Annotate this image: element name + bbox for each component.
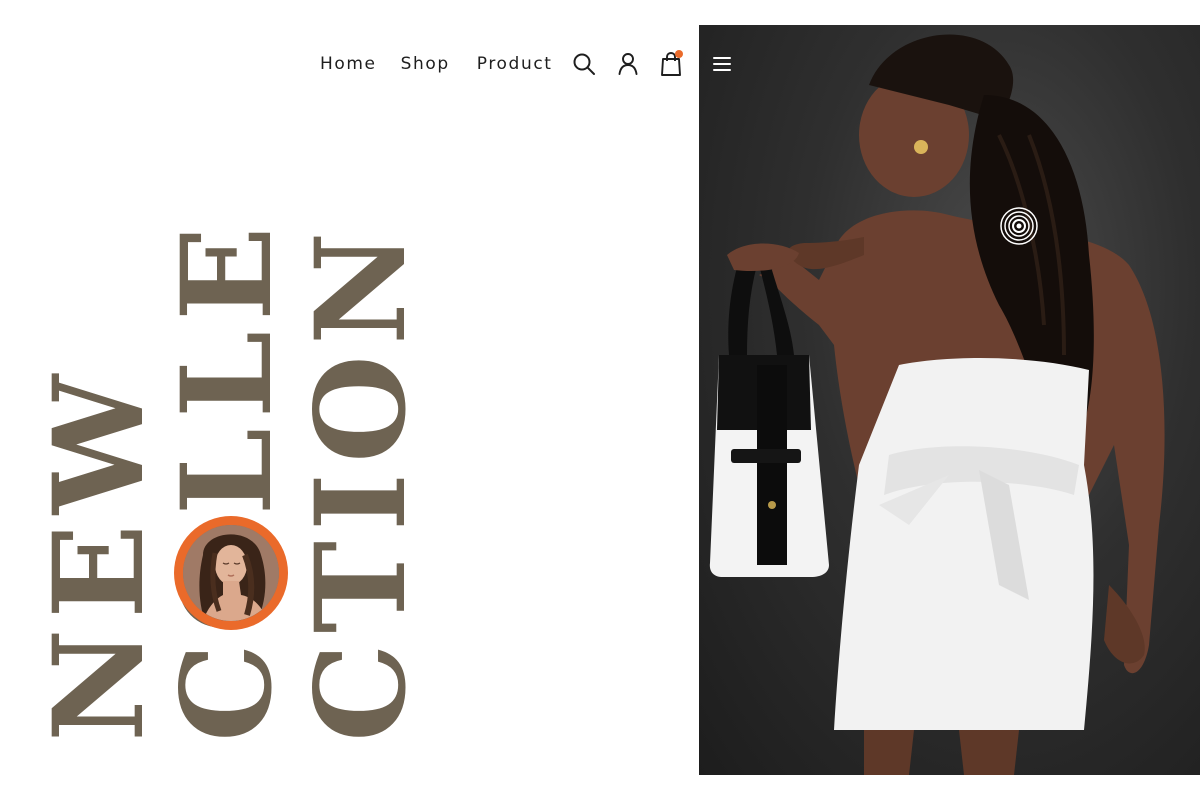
headline-line-1: NEW [27, 364, 172, 742]
user-icon[interactable] [617, 52, 639, 76]
menu-icon[interactable] [713, 55, 731, 73]
avatar [183, 525, 279, 621]
cart-badge [675, 50, 683, 58]
headline-line-2: COLLE [155, 216, 300, 742]
search-icon[interactable] [572, 52, 596, 76]
headline-line-3: CTION [289, 221, 434, 742]
main-nav: Home Shop Product [320, 48, 683, 80]
shopping-bag-icon[interactable] [660, 50, 683, 77]
hero-photo [699, 25, 1200, 775]
nav-link-shop[interactable]: Shop [401, 54, 450, 74]
nav-link-home[interactable]: Home [320, 54, 377, 74]
avatar-ring [174, 516, 288, 630]
nav-link-product[interactable]: Product [477, 54, 553, 74]
target-icon[interactable] [999, 206, 1039, 246]
